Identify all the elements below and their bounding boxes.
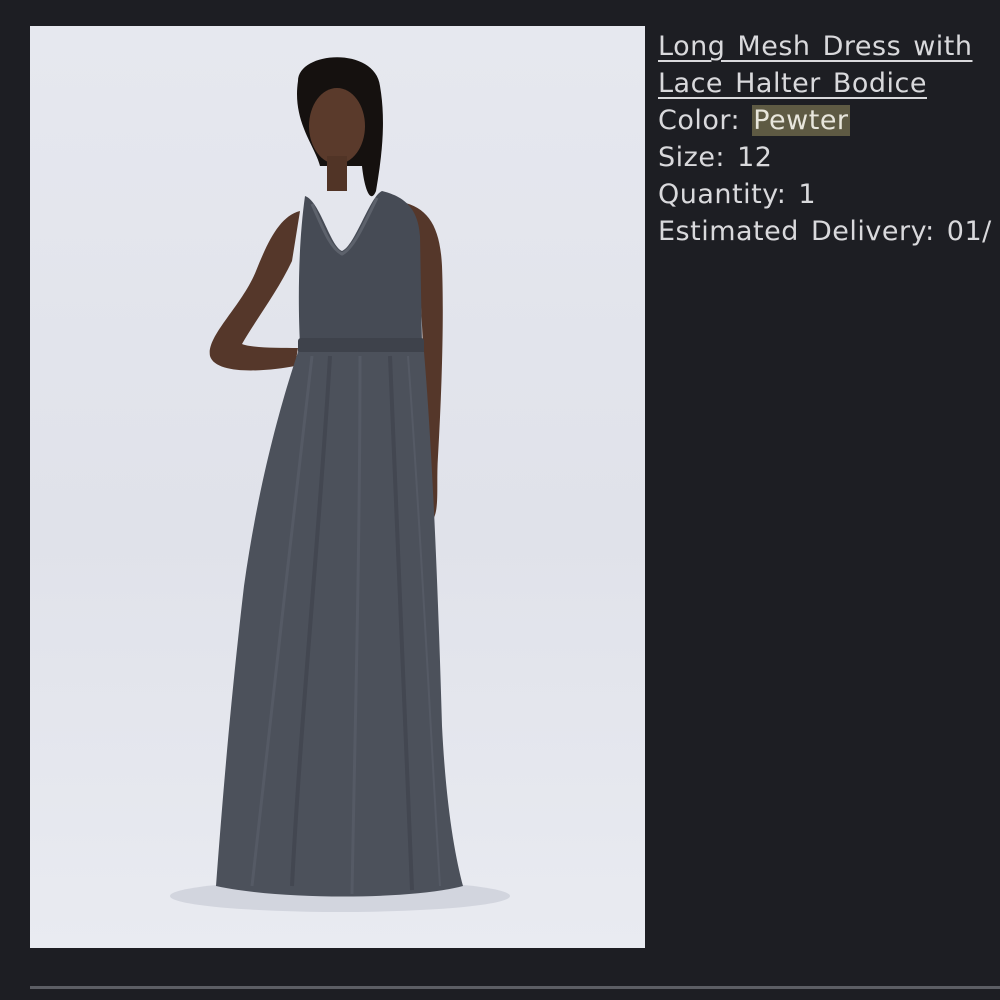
size-label: Size: — [658, 142, 726, 173]
delivery-value: 01/ — [946, 216, 992, 247]
quantity-label: Quantity: — [658, 179, 787, 210]
delivery-row: Estimated Delivery: 01/ — [658, 213, 1000, 250]
size-value: 12 — [737, 142, 773, 173]
size-row: Size: 12 — [658, 139, 1000, 176]
product-title-link[interactable]: Long Mesh Dress with — [658, 28, 1000, 65]
section-divider — [30, 986, 1000, 989]
delivery-label: Estimated Delivery: — [658, 216, 935, 247]
product-details: Long Mesh Dress with Lace Halter Bodice … — [658, 28, 1000, 250]
color-label: Color: — [658, 105, 741, 136]
quantity-row: Quantity: 1 — [658, 176, 1000, 213]
product-image[interactable] — [30, 26, 645, 948]
product-title-line1: Long Mesh Dress with — [658, 31, 973, 62]
product-title-line2: Lace Halter Bodice — [658, 68, 927, 99]
quantity-value: 1 — [798, 179, 817, 210]
color-value: Pewter — [752, 105, 850, 136]
product-title-link-2[interactable]: Lace Halter Bodice — [658, 65, 1000, 102]
order-item-page: Long Mesh Dress with Lace Halter Bodice … — [0, 0, 1000, 1000]
color-row: Color: Pewter — [658, 102, 1000, 139]
dress-model-illustration — [170, 57, 510, 912]
